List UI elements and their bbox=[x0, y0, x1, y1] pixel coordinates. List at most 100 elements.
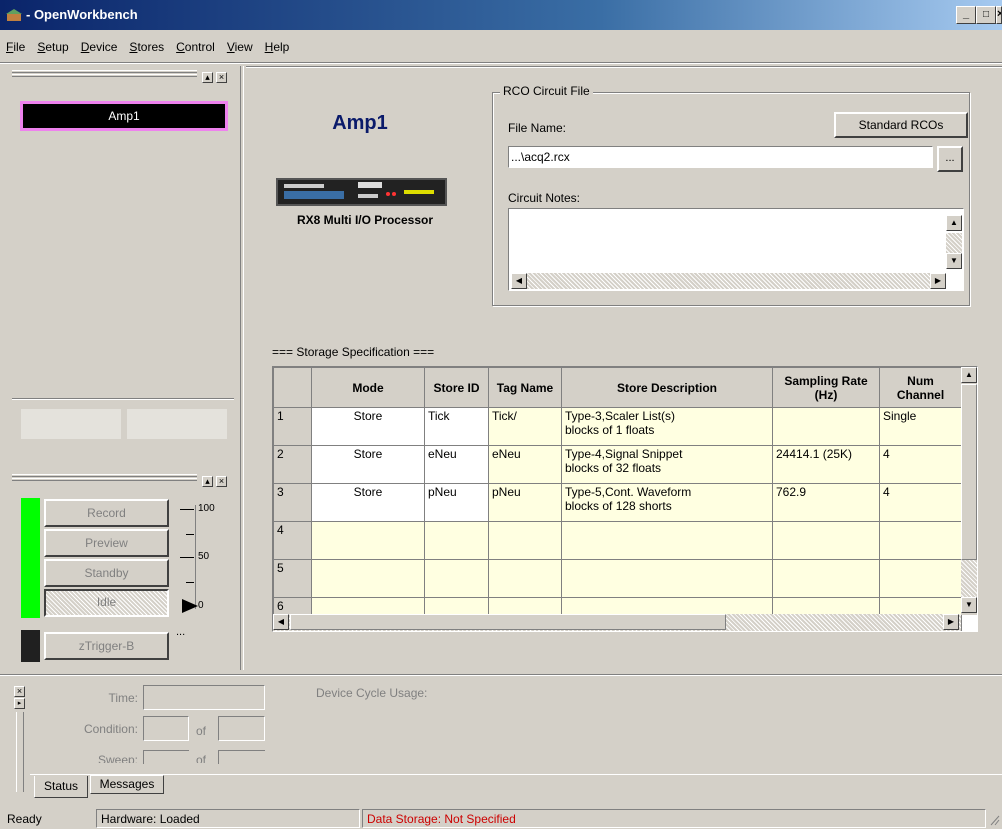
col-tag-name[interactable]: Tag Name bbox=[488, 367, 562, 408]
empty-cell[interactable] bbox=[311, 559, 425, 598]
row-number[interactable]: 4 bbox=[273, 521, 312, 560]
table-hscroll-thumb[interactable] bbox=[290, 614, 726, 630]
mode-cell[interactable]: Store bbox=[311, 407, 425, 446]
empty-cell[interactable] bbox=[561, 521, 773, 560]
status-restore-icon[interactable]: ▸ bbox=[14, 698, 25, 709]
table-scroll-left-icon[interactable]: ◀ bbox=[273, 614, 289, 630]
notes-scroll-right-icon[interactable]: ▶ bbox=[930, 273, 946, 289]
table-scroll-down-icon[interactable]: ▼ bbox=[961, 597, 977, 613]
record-button[interactable]: Record bbox=[44, 499, 169, 527]
tag-name-cell[interactable]: pNeu bbox=[488, 483, 562, 522]
trigger-more[interactable]: ... bbox=[176, 626, 185, 638]
empty-cell[interactable] bbox=[311, 521, 425, 560]
num-channel-cell[interactable]: 4 bbox=[879, 483, 962, 522]
row-number[interactable]: 2 bbox=[273, 445, 312, 484]
corner-header[interactable] bbox=[273, 367, 312, 408]
col-store-id[interactable]: Store ID bbox=[424, 367, 489, 408]
col-num-channel[interactable]: Num Channel bbox=[879, 367, 962, 408]
row-number[interactable]: 3 bbox=[273, 483, 312, 522]
table-vscroll-thumb[interactable] bbox=[961, 384, 977, 560]
idle-button[interactable]: Idle bbox=[44, 589, 169, 617]
minimize-button[interactable]: _ bbox=[956, 6, 976, 24]
store-id-cell[interactable]: pNeu bbox=[424, 483, 489, 522]
notes-hscroll-track[interactable] bbox=[527, 273, 932, 289]
file-name-input[interactable]: ...\acq2.rcx bbox=[508, 146, 933, 168]
row-number[interactable]: 1 bbox=[273, 407, 312, 446]
standard-rcos-button[interactable]: Standard RCOs bbox=[834, 112, 968, 138]
standby-button[interactable]: Standby bbox=[44, 559, 169, 587]
empty-cell[interactable] bbox=[424, 559, 489, 598]
menu-file[interactable]: File bbox=[0, 38, 31, 54]
level-mid-label: 50 bbox=[198, 551, 210, 562]
tab-messages[interactable]: Messages bbox=[90, 775, 164, 794]
num-channel-cell[interactable]: Single bbox=[879, 407, 962, 446]
empty-cell[interactable] bbox=[772, 559, 880, 598]
row-number[interactable]: 5 bbox=[273, 559, 312, 598]
maximize-button[interactable]: □ bbox=[976, 6, 996, 24]
preview-button[interactable]: Preview bbox=[44, 529, 169, 557]
table-row[interactable]: 1 Store Tick Tick/ Type-3,Scaler List(s)… bbox=[273, 407, 962, 446]
ztrigger-button[interactable]: zTrigger-B bbox=[44, 632, 169, 660]
table-hscrollbar[interactable]: ◀ ▶ bbox=[273, 614, 961, 631]
table-row[interactable]: 2 Store eNeu eNeu Type-4,Signal Snippet b… bbox=[273, 445, 962, 484]
empty-cell[interactable] bbox=[879, 521, 962, 560]
empty-cell[interactable] bbox=[561, 559, 773, 598]
close-button[interactable]: × bbox=[996, 6, 1002, 24]
panel-restore-icon[interactable]: ▴ bbox=[202, 72, 213, 83]
num-channel-cell[interactable]: 4 bbox=[879, 445, 962, 484]
col-mode[interactable]: Mode bbox=[311, 367, 425, 408]
circuit-notes-textarea[interactable]: ▲ ▼ ◀ ▶ bbox=[508, 208, 964, 291]
table-vscrollbar[interactable]: ▲ ▼ bbox=[961, 367, 977, 615]
table-scroll-up-icon[interactable]: ▲ bbox=[961, 367, 977, 383]
store-id-cell[interactable]: eNeu bbox=[424, 445, 489, 484]
tag-name-cell[interactable]: eNeu bbox=[488, 445, 562, 484]
sampling-rate-cell[interactable]: 24414.1 (25K) bbox=[772, 445, 880, 484]
menu-control[interactable]: Control bbox=[170, 38, 221, 54]
description-cell[interactable]: Type-5,Cont. Waveform blocks of 128 short… bbox=[561, 483, 773, 522]
mode-cell[interactable]: Store bbox=[311, 483, 425, 522]
empty-cell[interactable] bbox=[879, 559, 962, 598]
menu-stores[interactable]: Stores bbox=[123, 38, 170, 54]
empty-cell[interactable] bbox=[488, 521, 562, 560]
store-id-cell[interactable]: Tick bbox=[424, 407, 489, 446]
notes-scroll-up-icon[interactable]: ▲ bbox=[946, 215, 962, 231]
empty-cell[interactable] bbox=[488, 559, 562, 598]
description-cell[interactable]: Type-3,Scaler List(s) blocks of 1 floats bbox=[561, 407, 773, 446]
description-line2: blocks of 128 shorts bbox=[565, 499, 672, 513]
control-restore-icon[interactable]: ▴ bbox=[202, 476, 213, 487]
rco-group-title: RCO Circuit File bbox=[500, 84, 593, 98]
empty-cell[interactable] bbox=[772, 521, 880, 560]
table-vscroll-track[interactable] bbox=[961, 560, 977, 598]
tag-name-cell[interactable]: Tick/ bbox=[488, 407, 562, 446]
menu-device[interactable]: Device bbox=[75, 38, 124, 54]
condition-of-label: of bbox=[196, 724, 207, 738]
sampling-rate-cell[interactable]: 762.9 bbox=[772, 483, 880, 522]
notes-scroll-down-icon[interactable]: ▼ bbox=[946, 253, 962, 269]
rx8-device-image bbox=[276, 178, 447, 206]
col-sampling-rate[interactable]: Sampling Rate (Hz) bbox=[772, 367, 880, 408]
menu-setup[interactable]: Setup bbox=[31, 38, 74, 54]
sampling-rate-cell[interactable] bbox=[772, 407, 880, 446]
device-item-amp1[interactable]: Amp1 bbox=[20, 101, 228, 131]
notes-scroll-left-icon[interactable]: ◀ bbox=[511, 273, 527, 289]
panel-close-icon[interactable]: × bbox=[216, 72, 227, 83]
table-scroll-right-icon[interactable]: ▶ bbox=[943, 614, 959, 630]
status-close-icon[interactable]: × bbox=[14, 686, 25, 697]
empty-cell[interactable] bbox=[424, 521, 489, 560]
col-store-description[interactable]: Store Description bbox=[561, 367, 773, 408]
table-row[interactable]: 4 bbox=[273, 521, 962, 560]
control-close-icon[interactable]: × bbox=[216, 476, 227, 487]
notes-vscroll-track[interactable] bbox=[946, 233, 962, 253]
table-row[interactable]: 3 Store pNeu pNeu Type-5,Cont. Waveform b… bbox=[273, 483, 962, 522]
browse-button[interactable]: ... bbox=[937, 146, 963, 172]
resize-grip-icon[interactable] bbox=[988, 812, 1000, 826]
mode-cell[interactable]: Store bbox=[311, 445, 425, 484]
table-row[interactable]: 5 bbox=[273, 559, 962, 598]
horizontal-splitter[interactable] bbox=[0, 674, 1002, 676]
menu-view[interactable]: View bbox=[221, 38, 259, 54]
tab-status[interactable]: Status bbox=[34, 776, 88, 798]
menu-help[interactable]: Help bbox=[259, 38, 296, 54]
vertical-splitter[interactable] bbox=[240, 66, 244, 670]
description-cell[interactable]: Type-4,Signal Snippet blocks of 32 floats bbox=[561, 445, 773, 484]
condition-field bbox=[143, 716, 189, 741]
